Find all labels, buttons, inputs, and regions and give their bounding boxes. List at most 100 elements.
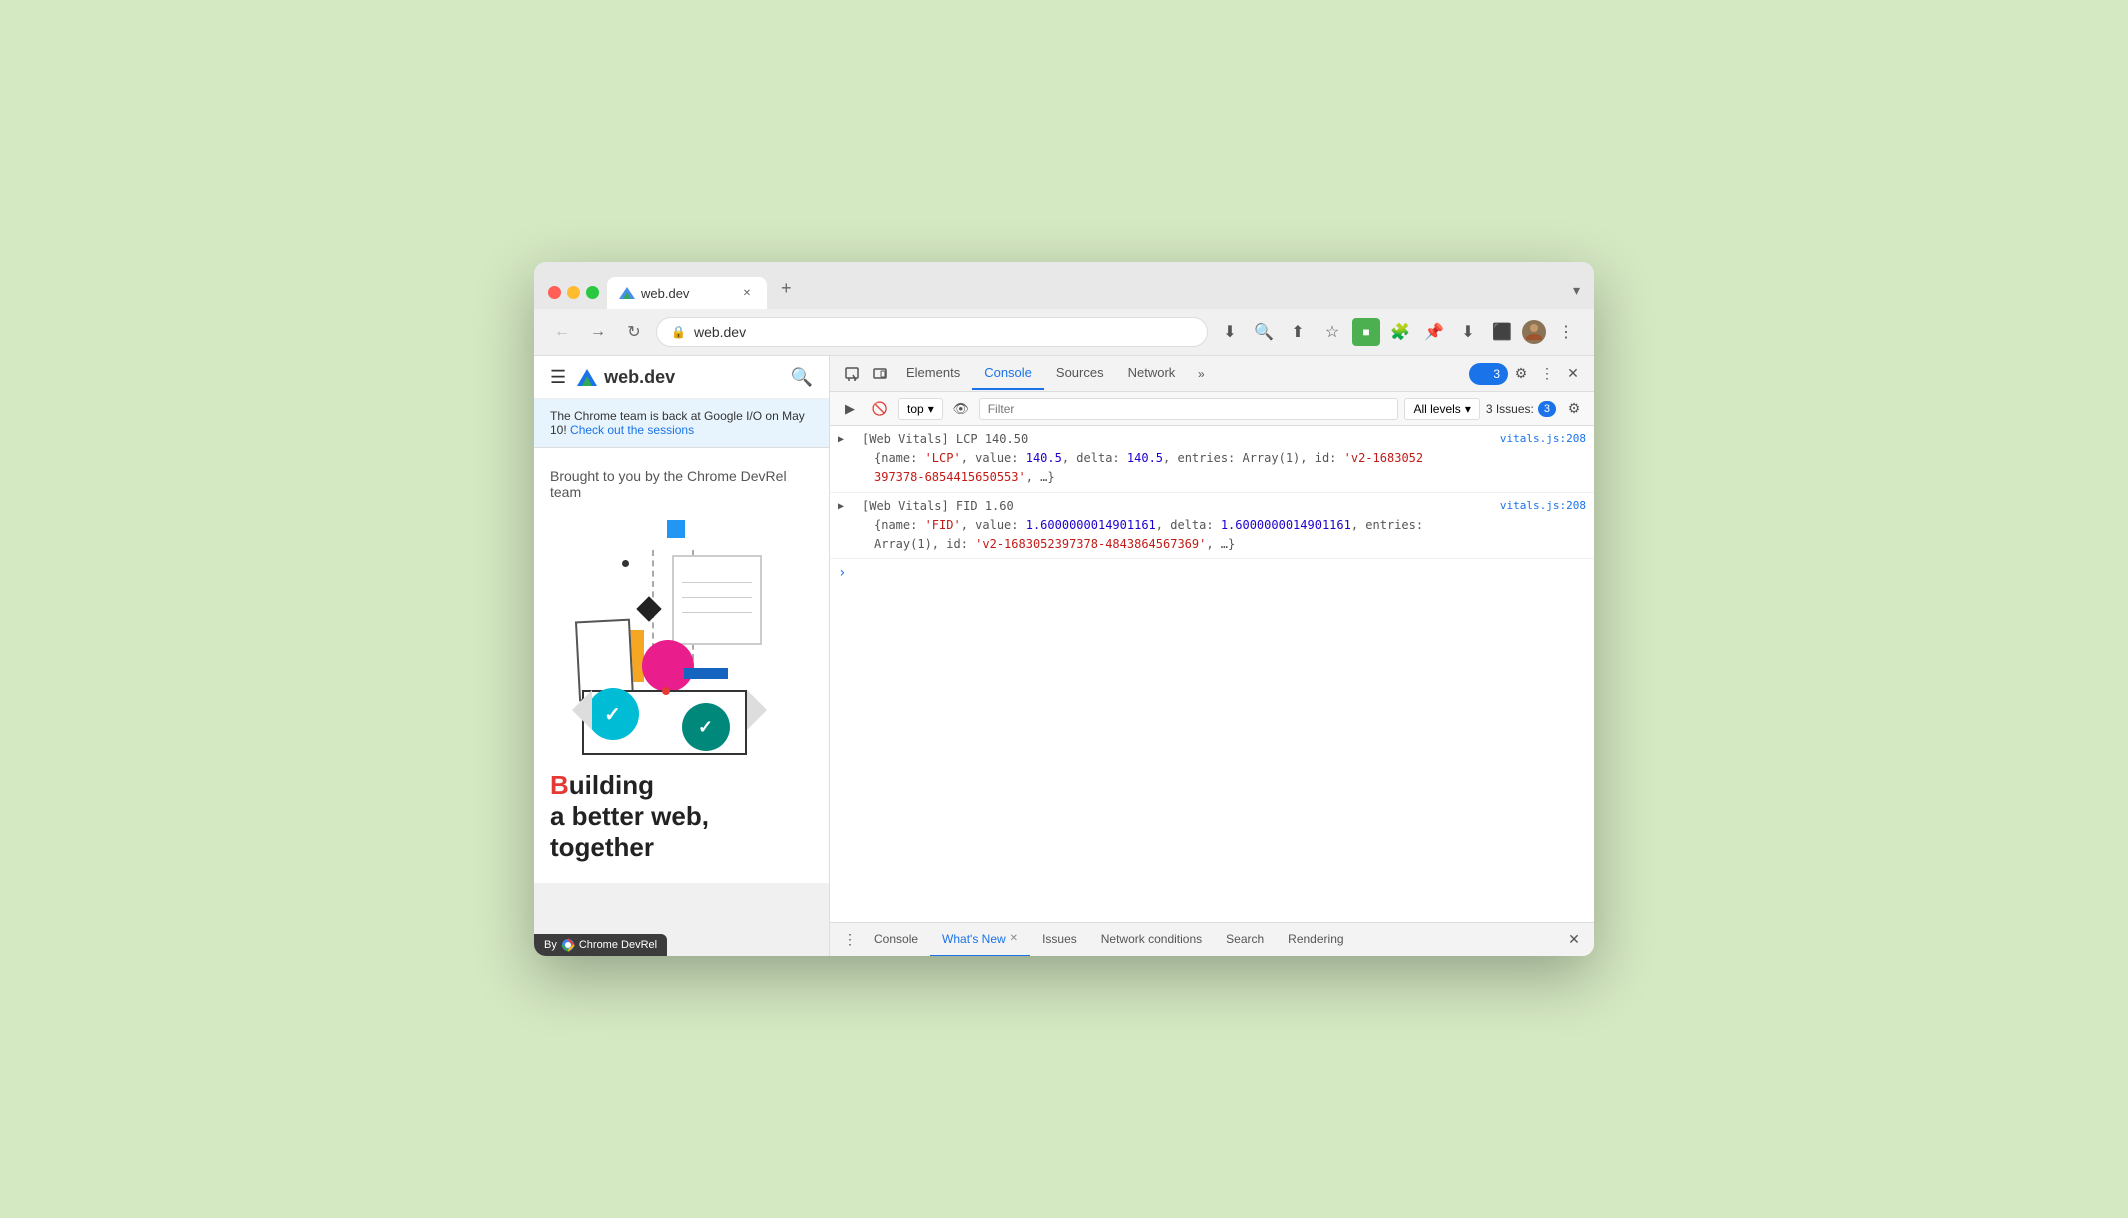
back-button[interactable]: ←: [548, 318, 576, 346]
console-cursor[interactable]: ›: [830, 559, 1594, 587]
more-tabs-icon[interactable]: »: [1187, 360, 1215, 388]
prompt-icon: ›: [838, 565, 846, 581]
console-output: ▶ vitals.js:208 [Web Vitals] LCP 140.50 …: [830, 426, 1594, 922]
levels-chevron-icon: ▾: [1465, 402, 1471, 416]
chevron-down-icon: ▾: [928, 402, 934, 416]
network-tab[interactable]: Network: [1116, 357, 1188, 390]
issues-count-badge: 3: [1538, 401, 1556, 417]
console-entry-lcp: ▶ vitals.js:208 [Web Vitals] LCP 140.50 …: [830, 426, 1594, 493]
frame-selector[interactable]: top ▾: [898, 398, 943, 420]
pin-icon[interactable]: 📌: [1420, 318, 1448, 346]
file-ref-1[interactable]: vitals.js:208: [1500, 430, 1586, 448]
chrome-devrel-icon: [561, 938, 575, 952]
console-settings-icon[interactable]: ⚙: [1562, 397, 1586, 421]
filter-input[interactable]: [979, 398, 1399, 420]
maximize-button[interactable]: [586, 286, 599, 299]
expand-arrow-2[interactable]: ▶: [838, 499, 844, 515]
log-levels-dropdown[interactable]: All levels ▾: [1404, 398, 1479, 420]
console-entry-fid: ▶ vitals.js:208 [Web Vitals] FID 1.60 {n…: [830, 493, 1594, 560]
fid-detail: {name: 'FID', value: 1.6000000014901161,…: [862, 518, 1423, 551]
pink-circle: [642, 640, 694, 692]
console-toolbar: ▶ 🚫 top ▾ 👁 All levels ▾ 3 Issues: 3 ⚙: [830, 392, 1594, 426]
elements-tab[interactable]: Elements: [894, 357, 972, 390]
badge-count: 3: [1493, 367, 1500, 381]
title-bar: web.dev ✕ + ▾: [534, 262, 1594, 309]
devtools-close-icon[interactable]: ✕: [1560, 361, 1586, 387]
arrow-right: [747, 690, 767, 730]
browser-window: web.dev ✕ + ▾ ← → ↻ 🔒 web.dev ⬇ 🔍 ⬆ ☆ ■ …: [534, 262, 1594, 956]
toolbar: ← → ↻ 🔒 web.dev ⬇ 🔍 ⬆ ☆ ■ 🧩 📌 ⬇ ⬛ ⋮: [534, 309, 1594, 356]
bookmark-icon[interactable]: ☆: [1318, 318, 1346, 346]
announcement-link[interactable]: Check out the sessions: [570, 423, 694, 437]
issues-counter[interactable]: 3 Issues: 3: [1486, 401, 1556, 417]
share-icon[interactable]: ⬆: [1284, 318, 1312, 346]
search-icon[interactable]: 🔍: [1250, 318, 1278, 346]
tab-close-button[interactable]: ✕: [739, 285, 755, 301]
extensions-icon[interactable]: 🧩: [1386, 318, 1414, 346]
blue-bar: [684, 668, 728, 679]
devtools-more-icon[interactable]: ⋮: [1534, 361, 1560, 387]
forward-button[interactable]: →: [584, 318, 612, 346]
bottom-panel-close[interactable]: ✕: [1562, 928, 1586, 952]
issues-label: 3 Issues:: [1486, 402, 1534, 416]
frame-label: top: [907, 402, 924, 416]
hamburger-menu[interactable]: ☰: [550, 367, 566, 388]
new-tab-button[interactable]: +: [771, 272, 802, 309]
bottom-tab-rendering[interactable]: Rendering: [1276, 923, 1355, 957]
active-tab[interactable]: web.dev ✕: [607, 277, 767, 309]
inspect-element-icon[interactable]: [838, 360, 866, 388]
webpage-panel: ☰ web.dev 🔍 The Chrome team is back at G…: [534, 356, 829, 956]
expand-arrow-1[interactable]: ▶: [838, 432, 844, 448]
run-icon[interactable]: ▶: [838, 397, 862, 421]
profile-avatar[interactable]: [1522, 320, 1546, 344]
brought-by-text: Brought to you by the Chrome DevRel team: [550, 468, 813, 500]
whats-new-close-icon[interactable]: ✕: [1010, 933, 1018, 944]
announcement-bar: The Chrome team is back at Google I/O on…: [534, 399, 829, 448]
toolbar-actions: ⬇ 🔍 ⬆ ☆ ■ 🧩 📌 ⬇ ⬛ ⋮: [1216, 318, 1580, 346]
reload-button[interactable]: ↻: [620, 318, 648, 346]
minimize-button[interactable]: [567, 286, 580, 299]
eye-icon[interactable]: 👁: [949, 397, 973, 421]
devtools-tabs: Elements Console Sources Network » 3 ⚙ ⋮…: [830, 356, 1594, 392]
bottom-tab-issues[interactable]: Issues: [1030, 923, 1089, 957]
tab-favicon: [619, 285, 635, 301]
toggle-theme-icon[interactable]: ⬛: [1488, 318, 1516, 346]
tab-dropdown-button[interactable]: ▾: [1573, 282, 1580, 309]
dot1: [622, 560, 629, 567]
device-toolbar-icon[interactable]: [866, 360, 894, 388]
console-tab[interactable]: Console: [972, 357, 1044, 390]
bottom-tabs-menu[interactable]: ⋮: [838, 928, 862, 952]
webpage-body: Brought to you by the Chrome DevRel team: [534, 448, 829, 883]
bottom-tab-whats-new[interactable]: What's New ✕: [930, 923, 1030, 957]
webpage-header: ☰ web.dev 🔍: [534, 356, 829, 399]
clear-console-icon[interactable]: 🚫: [868, 397, 892, 421]
lcp-prefix: [Web Vitals] LCP 140.50: [862, 432, 1028, 446]
traffic-lights: [548, 286, 599, 309]
issues-badge[interactable]: 3: [1469, 363, 1508, 385]
bottom-tab-search[interactable]: Search: [1214, 923, 1276, 957]
sources-tab[interactable]: Sources: [1044, 357, 1116, 390]
search-button[interactable]: 🔍: [791, 367, 813, 388]
more-options-icon[interactable]: ⋮: [1552, 318, 1580, 346]
webpage: ☰ web.dev 🔍 The Chrome team is back at G…: [534, 356, 829, 883]
teal-circle2: ✓: [682, 703, 730, 751]
file-ref-2[interactable]: vitals.js:208: [1500, 497, 1586, 515]
main-content: ☰ web.dev 🔍 The Chrome team is back at G…: [534, 356, 1594, 956]
status-bar: By Chrome DevRel: [534, 934, 667, 956]
bottom-tab-network-conditions[interactable]: Network conditions: [1089, 923, 1214, 957]
red-dot: [662, 687, 670, 695]
devtools-bottom-tabs: ⋮ Console What's New ✕ Issues Network co…: [830, 922, 1594, 956]
grid-box: [672, 555, 762, 645]
devtools-settings-icon[interactable]: ⚙: [1508, 361, 1534, 387]
download-icon[interactable]: ⬇: [1454, 318, 1482, 346]
address-text: web.dev: [694, 324, 1193, 340]
lcp-detail: {name: 'LCP', value: 140.5, delta: 140.5…: [862, 451, 1423, 484]
levels-label: All levels: [1413, 402, 1460, 416]
bottom-tab-console[interactable]: Console: [862, 923, 930, 957]
address-bar[interactable]: 🔒 web.dev: [656, 317, 1208, 347]
blue-square: [667, 520, 685, 538]
extension-icon[interactable]: ■: [1352, 318, 1380, 346]
illustration: ✓ ✓: [572, 520, 792, 760]
download-page-icon[interactable]: ⬇: [1216, 318, 1244, 346]
close-button[interactable]: [548, 286, 561, 299]
